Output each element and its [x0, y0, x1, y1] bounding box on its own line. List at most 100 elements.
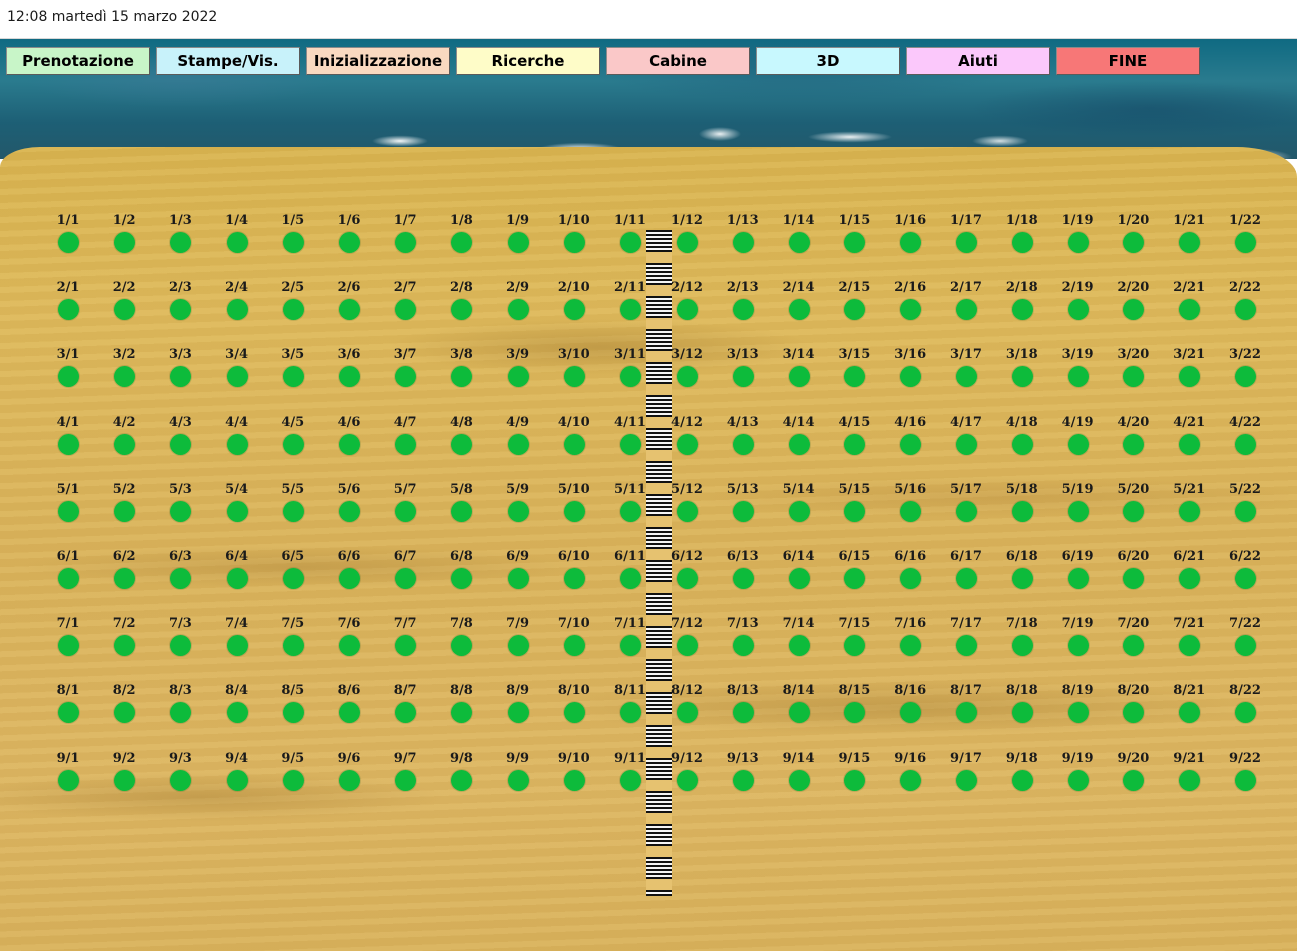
umbrella-spot[interactable]: 5/15	[826, 482, 882, 532]
umbrella-status-dot[interactable]	[1067, 232, 1089, 253]
umbrella-status-dot[interactable]	[451, 500, 473, 522]
umbrella-status-dot[interactable]	[226, 500, 248, 522]
umbrella-status-dot[interactable]	[114, 500, 136, 522]
umbrella-spot[interactable]: 8/10	[546, 683, 602, 733]
umbrella-spot[interactable]: 3/1	[40, 347, 96, 397]
umbrella-spot[interactable]: 8/12	[659, 683, 715, 733]
umbrella-status-dot[interactable]	[451, 568, 473, 589]
umbrella-spot[interactable]: 7/9	[490, 616, 546, 666]
umbrella-spot[interactable]: 9/19	[1050, 751, 1106, 801]
umbrella-status-dot[interactable]	[1067, 299, 1089, 321]
umbrella-spot[interactable]: 9/10	[546, 751, 602, 801]
umbrella-status-dot[interactable]	[451, 769, 473, 791]
umbrella-spot[interactable]: 3/7	[377, 347, 433, 397]
umbrella-status-dot[interactable]	[788, 299, 810, 321]
umbrella-status-dot[interactable]	[1011, 702, 1033, 724]
umbrella-status-dot[interactable]	[226, 299, 248, 321]
umbrella-spot[interactable]: 3/19	[1050, 347, 1106, 397]
umbrella-spot[interactable]: 5/16	[882, 482, 938, 532]
umbrella-spot[interactable]: 3/21	[1161, 347, 1217, 397]
umbrella-spot[interactable]: 3/2	[96, 347, 152, 397]
umbrella-status-dot[interactable]	[507, 568, 529, 589]
umbrella-spot[interactable]: 8/21	[1161, 683, 1217, 733]
umbrella-spot[interactable]: 7/6	[321, 616, 377, 666]
umbrella-spot[interactable]: 5/2	[96, 482, 152, 532]
umbrella-spot[interactable]: 2/3	[152, 280, 208, 330]
umbrella-status-dot[interactable]	[395, 635, 417, 657]
umbrella-status-dot[interactable]	[395, 433, 417, 455]
umbrella-status-dot[interactable]	[282, 433, 304, 455]
umbrella-status-dot[interactable]	[844, 702, 866, 724]
umbrella-status-dot[interactable]	[114, 433, 136, 455]
umbrella-spot[interactable]: 2/9	[490, 280, 546, 330]
umbrella-status-dot[interactable]	[788, 769, 810, 791]
umbrella-spot[interactable]: 1/17	[938, 213, 994, 263]
umbrella-status-dot[interactable]	[956, 232, 977, 253]
umbrella-status-dot[interactable]	[170, 769, 192, 791]
umbrella-spot[interactable]: 3/18	[994, 347, 1050, 397]
umbrella-spot[interactable]: 1/7	[377, 213, 433, 263]
umbrella-status-dot[interactable]	[170, 366, 192, 388]
umbrella-spot[interactable]: 2/11	[602, 280, 658, 330]
umbrella-spot[interactable]: 6/19	[1050, 549, 1106, 599]
umbrella-spot[interactable]: 6/18	[994, 549, 1050, 599]
umbrella-spot[interactable]: 2/12	[659, 280, 715, 330]
umbrella-status-dot[interactable]	[451, 232, 473, 253]
umbrella-status-dot[interactable]	[58, 702, 79, 724]
umbrella-status-dot[interactable]	[1067, 702, 1089, 724]
umbrella-status-dot[interactable]	[677, 702, 698, 724]
umbrella-status-dot[interactable]	[844, 232, 866, 253]
umbrella-spot[interactable]: 7/17	[938, 616, 994, 666]
umbrella-status-dot[interactable]	[282, 299, 304, 321]
umbrella-status-dot[interactable]	[677, 433, 698, 455]
umbrella-status-dot[interactable]	[1011, 635, 1033, 657]
umbrella-spot[interactable]: 2/20	[1105, 280, 1161, 330]
umbrella-spot[interactable]: 3/17	[938, 347, 994, 397]
umbrella-spot[interactable]: 6/5	[265, 549, 321, 599]
umbrella-spot[interactable]: 4/18	[994, 415, 1050, 465]
umbrella-status-dot[interactable]	[620, 568, 641, 589]
umbrella-status-dot[interactable]	[507, 769, 529, 791]
umbrella-spot[interactable]: 4/8	[433, 415, 489, 465]
umbrella-status-dot[interactable]	[507, 299, 529, 321]
umbrella-status-dot[interactable]	[732, 366, 754, 388]
umbrella-status-dot[interactable]	[563, 702, 585, 724]
umbrella-status-dot[interactable]	[339, 568, 360, 589]
umbrella-spot[interactable]: 9/21	[1161, 751, 1217, 801]
umbrella-status-dot[interactable]	[1123, 702, 1145, 724]
umbrella-spot[interactable]: 8/6	[321, 683, 377, 733]
umbrella-spot[interactable]: 1/20	[1105, 213, 1161, 263]
umbrella-status-dot[interactable]	[844, 769, 866, 791]
umbrella-spot[interactable]: 1/10	[546, 213, 602, 263]
umbrella-spot[interactable]: 4/7	[377, 415, 433, 465]
umbrella-spot[interactable]: 9/4	[209, 751, 265, 801]
umbrella-status-dot[interactable]	[1179, 702, 1201, 724]
umbrella-status-dot[interactable]	[563, 568, 585, 589]
umbrella-status-dot[interactable]	[1123, 299, 1145, 321]
umbrella-spot[interactable]: 3/11	[602, 347, 658, 397]
umbrella-status-dot[interactable]	[844, 366, 866, 388]
umbrella-status-dot[interactable]	[1067, 500, 1089, 522]
umbrella-status-dot[interactable]	[900, 769, 922, 791]
umbrella-spot[interactable]: 7/15	[826, 616, 882, 666]
umbrella-spot[interactable]: 6/9	[490, 549, 546, 599]
umbrella-spot[interactable]: 7/10	[546, 616, 602, 666]
umbrella-spot[interactable]: 3/9	[490, 347, 546, 397]
umbrella-spot[interactable]: 4/14	[771, 415, 827, 465]
umbrella-spot[interactable]: 1/11	[602, 213, 658, 263]
umbrella-status-dot[interactable]	[451, 433, 473, 455]
umbrella-spot[interactable]: 1/1	[40, 213, 96, 263]
umbrella-status-dot[interactable]	[1235, 769, 1256, 791]
umbrella-spot[interactable]: 6/3	[152, 549, 208, 599]
umbrella-spot[interactable]: 3/13	[715, 347, 771, 397]
umbrella-status-dot[interactable]	[788, 635, 810, 657]
umbrella-status-dot[interactable]	[226, 635, 248, 657]
umbrella-spot[interactable]: 2/4	[209, 280, 265, 330]
umbrella-status-dot[interactable]	[395, 769, 417, 791]
umbrella-spot[interactable]: 5/22	[1217, 482, 1273, 532]
umbrella-spot[interactable]: 4/11	[602, 415, 658, 465]
umbrella-spot[interactable]: 7/12	[659, 616, 715, 666]
umbrella-spot[interactable]: 5/7	[377, 482, 433, 532]
umbrella-spot[interactable]: 6/10	[546, 549, 602, 599]
umbrella-spot[interactable]: 9/17	[938, 751, 994, 801]
